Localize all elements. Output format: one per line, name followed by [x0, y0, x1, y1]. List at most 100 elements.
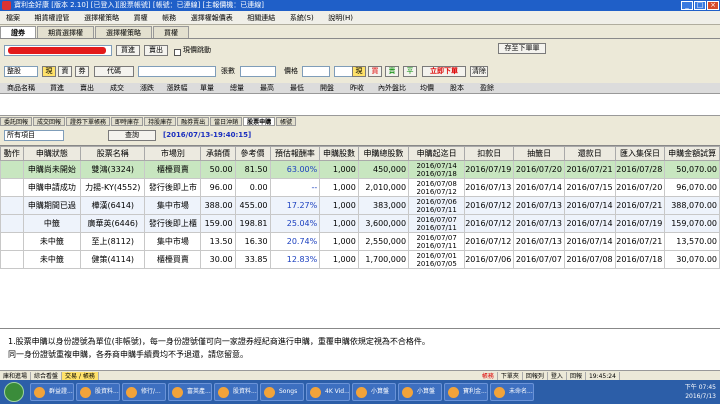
tab-ipo-subscription[interactable]: 股票申購: [243, 117, 276, 126]
tab-securities[interactable]: 證券: [0, 26, 36, 38]
item-filter-select[interactable]: 所有項目: [4, 130, 64, 141]
tab-daytrade[interactable]: 當日沖銷: [210, 117, 243, 126]
menu-item-futures[interactable]: 期貨權證管: [29, 11, 76, 24]
query-button[interactable]: 查詢: [108, 130, 156, 141]
stock-code-button[interactable]: 代碼: [94, 66, 134, 77]
buy-button[interactable]: 買進: [116, 45, 140, 56]
table-row[interactable]: 未中籤 至上(8112) 集中市場 13.50 16.30 20.74% 1,000 2,55…: [0, 232, 720, 251]
col-stock-name[interactable]: 股票名稱: [80, 146, 146, 161]
col-market[interactable]: 市場別: [144, 146, 202, 161]
account-select[interactable]: [4, 45, 112, 56]
order-type-select[interactable]: 整股: [4, 66, 38, 77]
menu-item-system[interactable]: 系統(S): [284, 11, 320, 24]
minimize-button[interactable]: _: [681, 1, 693, 10]
tab-options-strategy[interactable]: 選擇權策略: [95, 26, 152, 38]
cash-button[interactable]: 現: [42, 66, 56, 77]
cash2-button[interactable]: 現: [352, 66, 366, 77]
col-offer-price[interactable]: 承銷價: [200, 146, 236, 161]
cell-stock-name: 健策(4114): [80, 250, 146, 269]
status-item[interactable]: 庫和進場: [0, 372, 32, 380]
menu-item-file[interactable]: 檔案: [0, 11, 26, 24]
status-item[interactable]: 回報: [567, 372, 586, 380]
menu-item-options-quote[interactable]: 選擇權報價表: [185, 11, 239, 24]
taskbar-app[interactable]: 小算盤: [352, 383, 396, 401]
taskbar-app[interactable]: 4K Vid...: [306, 383, 350, 401]
menu-item-call[interactable]: 買權: [128, 11, 154, 24]
cell-period: 2016/07/07 2016/07/11: [408, 232, 466, 251]
col-total-qty[interactable]: 申購總股數: [357, 146, 410, 161]
submit-order-button[interactable]: 立即下單: [422, 66, 466, 77]
tab-futures[interactable]: 期貨選擇權: [37, 26, 94, 38]
sell-button[interactable]: 賣出: [144, 45, 168, 56]
tab-holdings[interactable]: 持股庫存: [144, 117, 177, 126]
close-button[interactable]: ×: [707, 1, 719, 10]
col-ref-price[interactable]: 參考價: [234, 146, 271, 161]
col-action[interactable]: 動作: [0, 146, 24, 161]
sell2-button[interactable]: 賣: [385, 66, 399, 77]
table-row[interactable]: 申購申請成功 力揚-KY(4552) 發行後即上市 96.00 0.00 -- 1,000 2…: [0, 178, 720, 197]
period-end: 2016/07/18: [416, 169, 457, 178]
grid-header-row: 動作 申購狀態 股票名稱 市場別 承銷價 參考價 預估報酬率 申購股數 申購總股…: [0, 146, 720, 161]
cell-market: 發行後即上市: [144, 178, 202, 197]
table-row[interactable]: 申購期間已過 樺漢(6414) 集中市場 388.00 455.00 17.27% 1,00…: [0, 196, 720, 215]
period-start: 2016/07/07: [416, 215, 457, 224]
quote-col: 內外盤比: [378, 84, 406, 92]
col-lottery-date[interactable]: 抽籤日: [513, 146, 565, 161]
financing-button[interactable]: 資: [58, 66, 72, 77]
col-status[interactable]: 申購狀態: [22, 146, 82, 161]
taskbar-app[interactable]: 富英產...: [168, 383, 212, 401]
menu-item-help[interactable]: 說明(H): [322, 11, 359, 24]
taskbar-app[interactable]: 股資料...: [214, 383, 258, 401]
status-item[interactable]: 綜合看盤: [31, 372, 63, 380]
tab-inventory[interactable]: 即時庫存: [111, 117, 144, 126]
col-qty[interactable]: 申購股數: [319, 146, 359, 161]
status-item[interactable]: 回報列: [523, 372, 548, 380]
menu-item-links[interactable]: 相關連結: [241, 11, 281, 24]
taskbar-app[interactable]: 修行/...: [122, 383, 166, 401]
tab-trade-report[interactable]: 成交回報: [33, 117, 66, 126]
table-row[interactable]: 申購尚未開始 雙鴻(3324) 櫃檯買賣 50.00 81.50 63.00% 1,000 4…: [0, 160, 720, 179]
short-button[interactable]: 券: [75, 66, 89, 77]
col-est-return[interactable]: 預估報酬率: [269, 146, 321, 161]
stock-code-input[interactable]: [138, 66, 216, 77]
tab-order-account[interactable]: 證券下單帳務: [66, 117, 111, 126]
col-refund-date[interactable]: 還款日: [563, 146, 616, 161]
price-type-select[interactable]: [302, 66, 330, 77]
table-row[interactable]: 中籤 廣華英(6446) 發行後即上櫃 159.00 198.81 25.04% 1,000…: [0, 214, 720, 233]
taskbar-app[interactable]: 未命名...: [490, 383, 534, 401]
tab-order-report[interactable]: 委託回報: [0, 117, 33, 126]
table-row[interactable]: 未中籤 健策(4114) 櫃檯買賣 30.00 33.85 12.83% 1,000 1,70…: [0, 250, 720, 269]
status-item[interactable]: 登入: [548, 372, 567, 380]
status-item[interactable]: 帳務: [479, 372, 498, 380]
taskbar-app[interactable]: Songs: [260, 383, 304, 401]
current-price-checkbox[interactable]: [174, 49, 181, 56]
qty-stepper[interactable]: [240, 66, 276, 77]
app-icon: [448, 387, 459, 398]
system-clock[interactable]: 下午 07:45 2016/7/13: [685, 383, 716, 401]
clear-button[interactable]: 清除: [470, 66, 488, 77]
taskbar-app[interactable]: 小算盤: [398, 383, 442, 401]
maximize-button[interactable]: □: [694, 1, 706, 10]
tab-short-sell[interactable]: 融券賣出: [177, 117, 210, 126]
start-button[interactable]: [4, 382, 24, 402]
taskbar-app[interactable]: 寶利金...: [444, 383, 488, 401]
notice-line-1: 1.股票申購以身份證號為單位(非帳號)，每一身份證號僅可向一家證券經紀商進行申購…: [8, 337, 430, 346]
status-item[interactable]: 下單夾: [498, 372, 523, 380]
buy2-button[interactable]: 買: [368, 66, 382, 77]
col-period[interactable]: 申購起迄日: [408, 146, 466, 161]
tab-call[interactable]: 買權: [153, 26, 189, 38]
save-order-button[interactable]: 存至下單單: [498, 43, 546, 54]
col-debit-date[interactable]: 扣款日: [464, 146, 515, 161]
taskbar-app[interactable]: 股資料...: [76, 383, 120, 401]
col-amount[interactable]: 申購金額試算: [664, 146, 720, 161]
period-start: 2016/07/06: [416, 197, 457, 206]
menu-item-account[interactable]: 帳務: [156, 11, 182, 24]
flat-button[interactable]: 平: [403, 66, 417, 77]
cell-status: 未中籤: [22, 232, 82, 251]
col-deposit-date[interactable]: 匯入集保日: [614, 146, 666, 161]
status-item[interactable]: 交易 / 帳務: [62, 372, 99, 380]
taskbar-app[interactable]: 群益證...: [30, 383, 74, 401]
menu-item-options-strategy[interactable]: 選擇權策略: [78, 11, 125, 24]
cell-debit-date: 2016/07/12: [464, 232, 515, 251]
tab-account[interactable]: 帳號: [276, 117, 297, 126]
